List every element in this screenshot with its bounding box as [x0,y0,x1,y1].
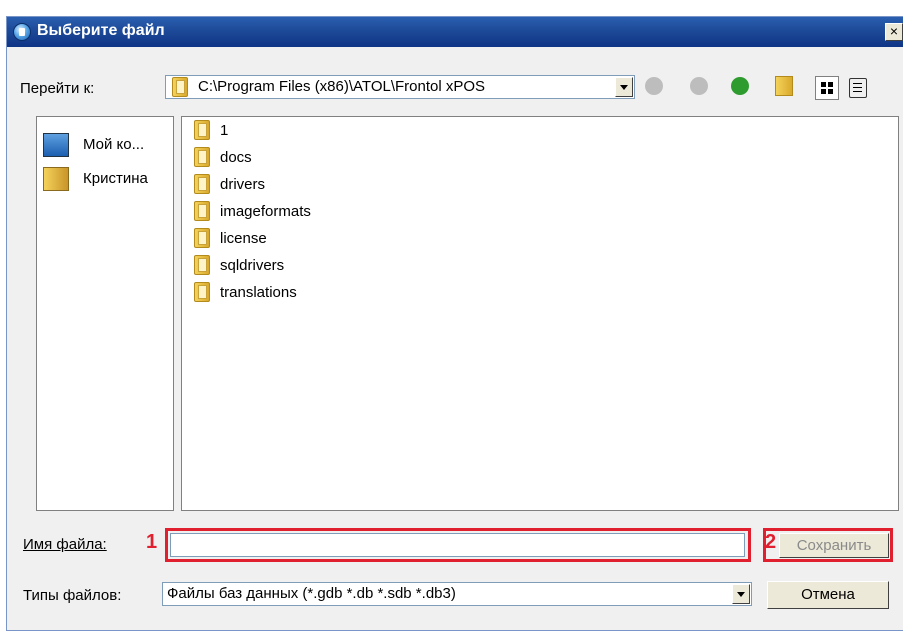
lookin-dropdown-button[interactable] [615,77,633,97]
new-folder-icon[interactable] [775,76,793,96]
folder-icon [194,147,210,167]
forward-icon[interactable] [690,77,708,95]
back-icon[interactable] [645,77,663,95]
folder-icon [194,174,210,194]
lookin-label: Перейти к: [20,80,95,97]
filename-input[interactable] [170,533,745,557]
file-dialog: Выберите файл × Перейти к: C:\Program Fi… [6,16,903,631]
lookin-combo[interactable]: C:\Program Files (x86)\ATOL\Frontol xPOS [165,75,635,99]
filetype-combo[interactable]: Файлы баз данных (*.gdb *.db *.sdb *.db3… [162,582,752,606]
dialog-icon [13,23,31,41]
close-button[interactable]: × [885,23,903,41]
lookin-path: C:\Program Files (x86)\ATOL\Frontol xPOS [198,78,486,95]
cancel-button[interactable]: Отмена [767,581,889,609]
user-folder-icon [43,167,69,191]
save-button[interactable]: Сохранить [779,533,889,558]
places-panel[interactable]: Мой ко... Кристина [36,116,174,511]
file-list[interactable]: 1 docs drivers imageformats license sqld… [181,116,899,511]
folder-icon [194,201,210,221]
folder-icon [194,120,210,140]
folder-icon [194,228,210,248]
my-computer-icon [43,133,69,157]
places-item-label: Кристина [83,170,148,187]
title-bar[interactable]: Выберите файл × [7,17,903,47]
filetype-value: Файлы баз данных (*.gdb *.db *.sdb *.db3… [167,585,456,602]
up-folder-icon[interactable] [731,77,749,95]
detail-view-icon[interactable] [847,76,871,100]
places-item-label: Мой ко... [83,136,145,153]
filetype-label: Типы файлов: [23,587,122,604]
filename-label: Имя файла: [23,536,107,553]
folder-icon [194,255,210,275]
folder-icon [194,282,210,302]
window-title: Выберите файл [37,22,165,39]
list-view-icon[interactable] [815,76,839,100]
filetype-dropdown-button[interactable] [732,584,750,604]
annotation-number-1: 1 [146,531,158,553]
folder-icon [172,77,188,97]
